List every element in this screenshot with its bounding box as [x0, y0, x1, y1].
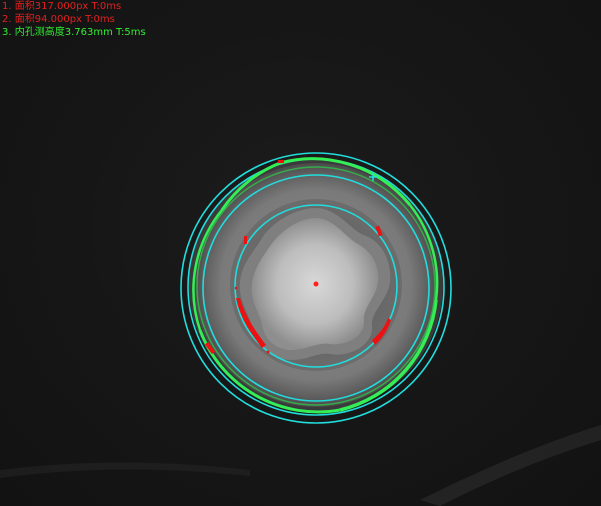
center-dot-icon: [313, 281, 319, 287]
measurement-line-1: 1. 面积317.000px T:0ms: [2, 1, 122, 12]
measurement-line-2: 2. 面积94.000px T:0ms: [2, 14, 115, 25]
glare-streak-2: [0, 462, 250, 478]
inspection-image: [0, 152, 601, 506]
camera-viewport[interactable]: 1. 面积317.000px T:0ms 2. 面积94.000px T:0ms…: [0, 0, 601, 506]
glare-streak: [420, 425, 601, 506]
measurement-line-3: 3. 内孔测高度3.763mm T:5ms: [2, 27, 146, 38]
